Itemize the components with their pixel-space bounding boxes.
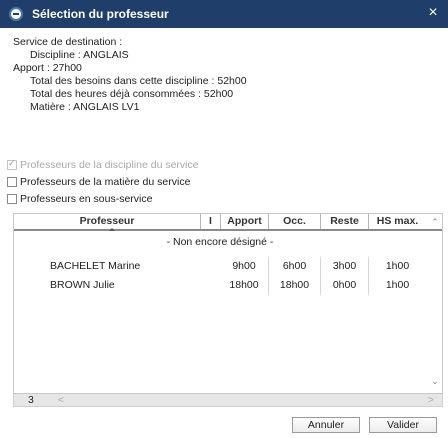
cancel-button[interactable]: Annuler: [292, 417, 360, 433]
service-label: Service de destination :: [13, 36, 123, 48]
cell-occ: 6h00: [268, 257, 320, 276]
cell-reste: 0h00: [320, 276, 368, 295]
scroll-left-icon[interactable]: <: [58, 394, 64, 407]
cell-name: BACHELET Marine: [50, 260, 141, 272]
cell-apport: 9h00: [232, 260, 256, 272]
scroll-right-icon[interactable]: >: [428, 394, 434, 407]
group-row-non-designe: - Non encore désigné -: [166, 236, 274, 248]
option-matiere-label[interactable]: Professeurs de la matière du service: [20, 176, 190, 188]
checkbox-matiere[interactable]: [7, 177, 17, 187]
col-apport[interactable]: Apport: [220, 214, 268, 229]
matiere-text: Matière : ANGLAIS LV1: [30, 101, 140, 113]
discipline-text: Discipline : ANGLAIS: [30, 49, 129, 61]
cell-apport: 18h00: [229, 279, 259, 291]
cell-occ: 18h00: [268, 276, 320, 295]
title-bar: Sélection du professeur ×: [0, 0, 448, 28]
scroll-down-icon[interactable]: ⌄: [430, 376, 440, 386]
option-matiere[interactable]: Professeurs de la matière du service: [7, 175, 190, 189]
besoins-text: Total des besoins dans cette discipline …: [30, 75, 247, 87]
close-icon[interactable]: ×: [424, 4, 442, 22]
validate-button[interactable]: Valider: [369, 417, 437, 433]
option-discipline: Professeurs de la discipline du service: [7, 158, 199, 172]
table-row[interactable]: BROWN Julie 18h00 18h00 0h00 1h00: [14, 276, 426, 295]
sort-indicator-icon: [109, 228, 115, 231]
checkbox-discipline: [7, 158, 17, 170]
scroll-up-icon[interactable]: ⌃: [430, 217, 440, 227]
option-discipline-label: Professeurs de la discipline du service: [20, 159, 199, 171]
consommees-text: Total des heures déjà consommées : 52h00: [30, 88, 234, 100]
professor-table: Professeur I Apport Occ. Reste HS max. ⌃…: [13, 213, 443, 394]
row-count: 3: [28, 394, 34, 406]
app-logo-icon: [9, 7, 23, 21]
col-occ[interactable]: Occ.: [268, 214, 320, 229]
cell-name: BROWN Julie: [50, 279, 115, 291]
col-professeur[interactable]: Professeur: [14, 214, 200, 229]
col-i[interactable]: I: [200, 214, 220, 229]
cell-hs: 1h00: [368, 276, 426, 295]
service-info: Service de destination : Discipline : AN…: [13, 36, 433, 114]
table-status-bar: 3 < >: [13, 394, 443, 407]
option-sous-service-label[interactable]: Professeurs en sous-service: [20, 193, 152, 205]
cell-reste: 3h00: [320, 257, 368, 276]
cell-hs: 1h00: [368, 257, 426, 276]
window-title: Sélection du professeur: [32, 7, 169, 21]
table-row[interactable]: BACHELET Marine 9h00 6h00 3h00 1h00: [14, 257, 426, 276]
checkbox-sous-service[interactable]: [7, 194, 17, 204]
option-sous-service[interactable]: Professeurs en sous-service: [7, 192, 152, 206]
col-reste[interactable]: Reste: [320, 214, 368, 229]
apport-text: Apport : 27h00: [13, 62, 82, 74]
table-header: Professeur I Apport Occ. Reste HS max.: [14, 214, 442, 231]
col-hs-max[interactable]: HS max.: [368, 214, 426, 229]
